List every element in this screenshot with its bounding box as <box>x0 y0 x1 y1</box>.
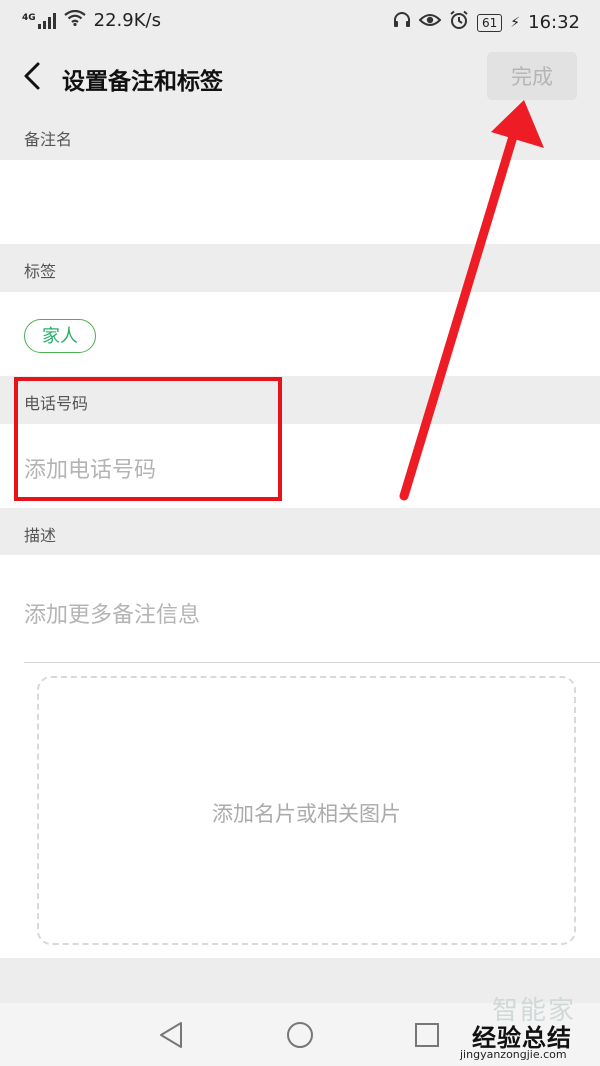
done-button[interactable]: 完成 <box>487 52 577 100</box>
charging-icon: ⚡ <box>510 14 521 31</box>
remark-section-header: 备注名 <box>0 112 600 160</box>
nav-home-icon[interactable] <box>285 1020 315 1050</box>
nav-recents-icon[interactable] <box>414 1021 440 1049</box>
wifi-icon <box>63 9 86 31</box>
header-bar: 设置备注和标签 完成 <box>0 42 600 112</box>
back-arrow-icon[interactable] <box>18 58 46 94</box>
headphones-icon <box>393 11 411 34</box>
add-image-label: 添加名片或相关图片 <box>212 802 401 826</box>
network-type: 4G <box>22 12 36 23</box>
watermark-url: jingyanzongjie.com <box>460 1048 567 1061</box>
tag-chip-family[interactable]: 家人 <box>24 319 96 353</box>
status-right: 61 ⚡ 16:32 <box>393 10 580 35</box>
clock-time: 16:32 <box>528 12 580 33</box>
tags-label: 标签 <box>24 262 57 281</box>
alarm-icon <box>449 10 469 35</box>
battery-icon: 61 <box>477 13 503 32</box>
description-input[interactable]: 添加更多备注信息 <box>24 597 200 629</box>
description-label: 描述 <box>24 526 57 545</box>
status-left: 4G 22.9K/s <box>22 9 161 31</box>
eye-icon <box>418 12 442 33</box>
nav-back-icon[interactable] <box>158 1020 184 1050</box>
tags-section-header: 标签 <box>0 244 600 292</box>
description-divider <box>24 662 600 663</box>
tags-container[interactable]: 家人 <box>0 292 600 376</box>
status-bar: 4G 22.9K/s 61 ⚡ 16:32 <box>0 0 600 42</box>
add-image-area[interactable]: 添加名片或相关图片 <box>37 676 576 945</box>
description-section-header: 描述 <box>0 508 600 555</box>
remark-label: 备注名 <box>24 130 73 149</box>
remark-input[interactable] <box>0 160 600 244</box>
signal-icon: 4G <box>22 12 56 29</box>
network-speed: 22.9K/s <box>93 10 161 31</box>
phone-highlight-box <box>14 377 282 501</box>
page-title: 设置备注和标签 <box>62 69 223 95</box>
